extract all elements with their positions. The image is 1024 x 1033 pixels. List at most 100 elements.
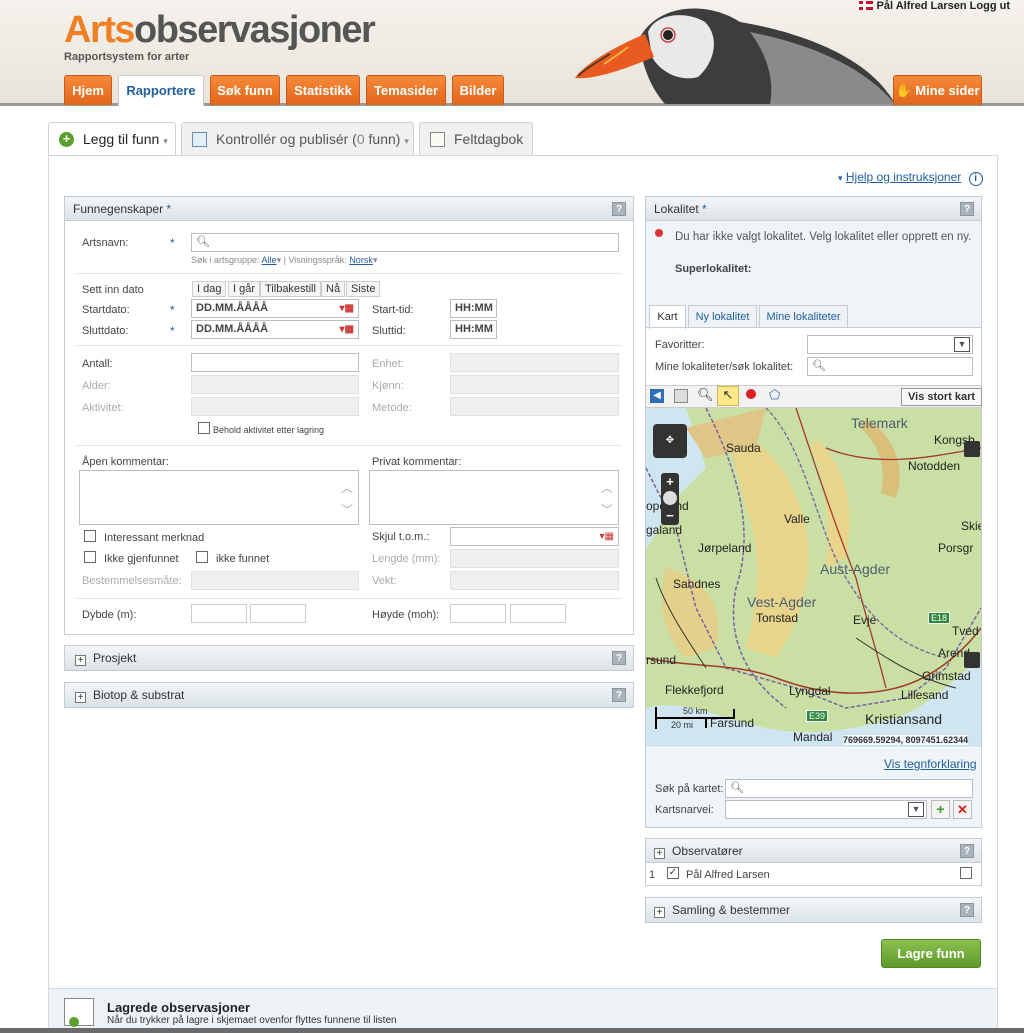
nav-tab-report[interactable]: Rapportere	[118, 75, 204, 106]
help-link[interactable]: ▾ Hjelp og instruksjoner i	[838, 170, 983, 186]
last-button[interactable]: Siste	[346, 281, 381, 297]
tab-field-diary[interactable]: Feltdagbok	[419, 122, 533, 156]
help-icon[interactable]: ?	[612, 688, 626, 702]
scroll-down-icon[interactable]: ﹀	[341, 501, 353, 518]
activity-select[interactable]	[191, 397, 359, 416]
private-comment-textarea[interactable]: ︿ ﹀	[369, 470, 619, 525]
expand-icon[interactable]: +	[75, 692, 86, 703]
zoom-box-icon[interactable]: 🔍︎	[697, 387, 714, 403]
length-input[interactable]	[450, 549, 619, 568]
scroll-down-icon[interactable]: ﹀	[601, 501, 613, 518]
nav-tab-my-pages[interactable]: ✋ Mine sider	[893, 75, 982, 105]
help-icon[interactable]: ?	[960, 844, 974, 858]
observer-checkbox[interactable]: ✓	[667, 867, 679, 879]
calendar-icon[interactable]: ▾▦	[340, 321, 354, 338]
chevron-down-icon: ▾	[163, 136, 168, 146]
tab-map[interactable]: Kart	[649, 305, 686, 329]
yesterday-button[interactable]: I går	[228, 281, 261, 297]
search-group-dropdown[interactable]: Alle	[262, 255, 277, 265]
norwegian-flag-icon[interactable]	[858, 1, 873, 10]
site-tagline: Rapportsystem for arter	[64, 51, 190, 63]
height-from-input[interactable]	[450, 604, 506, 623]
logout-link[interactable]: Logg ut	[970, 0, 1010, 12]
pan-control-icon[interactable]: ✥	[653, 424, 687, 458]
hide-until-input[interactable]: ▾▦	[450, 527, 619, 546]
tab-my-localities[interactable]: Mine lokaliteter	[759, 305, 848, 328]
zoom-out-icon[interactable]: −	[661, 509, 679, 524]
not-refound-checkbox[interactable]	[84, 551, 96, 563]
sex-select[interactable]	[450, 375, 619, 394]
reset-date-button[interactable]: Tilbakestill	[260, 281, 321, 297]
chevron-down-icon[interactable]: ▼	[908, 802, 924, 817]
display-language-dropdown[interactable]: Norsk	[349, 255, 373, 265]
weight-input[interactable]	[450, 571, 619, 590]
expand-icon[interactable]: +	[654, 907, 665, 918]
keep-activity-checkbox[interactable]	[198, 422, 210, 434]
height-to-input[interactable]	[510, 604, 566, 623]
unit-select[interactable]	[450, 353, 619, 372]
nav-tab-themes[interactable]: Temasider	[366, 75, 446, 105]
delete-shortcut-icon[interactable]: ✕	[953, 800, 972, 819]
depth-to-input[interactable]	[250, 604, 306, 623]
nav-tab-images[interactable]: Bilder	[452, 75, 504, 105]
age-select[interactable]	[191, 375, 359, 394]
site-logo[interactable]: Artsobservasjoner	[64, 10, 376, 50]
legend-link[interactable]: Vis tegnforklaring	[884, 757, 977, 771]
user-name[interactable]: Pål Alfred Larsen	[877, 0, 967, 12]
draw-polygon-icon[interactable]: ⬠	[769, 387, 780, 403]
tab-control-publish[interactable]: Kontrollér og publisér (0 funn) ▾	[181, 122, 414, 156]
expand-icon[interactable]: +	[75, 655, 86, 666]
now-button[interactable]: Nå	[321, 281, 346, 297]
method-select[interactable]	[450, 397, 619, 416]
legend-link-label: Vis tegnforklaring	[884, 757, 977, 771]
favorites-select[interactable]: ▼	[807, 335, 973, 354]
tab-add-finding[interactable]: + Legg til funn ▾	[48, 122, 176, 157]
back-arrow-icon[interactable]: ◀	[650, 389, 664, 403]
interesting-note-checkbox[interactable]	[84, 530, 96, 542]
help-icon[interactable]: ?	[612, 651, 626, 665]
save-finding-button[interactable]: Lagre funn	[881, 939, 981, 968]
select-pointer-icon[interactable]: ↖	[717, 386, 739, 406]
calendar-icon[interactable]: ▾▦	[600, 528, 614, 545]
today-button[interactable]: I dag	[192, 281, 227, 297]
map-search-input[interactable]: 🔍︎	[725, 779, 973, 798]
globe-icon[interactable]	[663, 491, 677, 505]
road-sign-e39: E39	[806, 710, 829, 722]
project-panel[interactable]: + Prosjekt?	[64, 645, 634, 671]
species-input[interactable]: 🔍︎	[191, 233, 619, 252]
count-input[interactable]	[191, 353, 359, 372]
end-time-input[interactable]: HH:MM	[450, 320, 497, 339]
scroll-up-icon[interactable]: ︿	[341, 479, 353, 496]
locality-search-input[interactable]: 🔍︎	[807, 357, 973, 376]
collection-panel[interactable]: + Samling & bestemmer?	[645, 897, 982, 923]
end-date-input[interactable]: DD.MM.ÅÅÅÅ ▾▦	[191, 320, 359, 339]
depth-from-input[interactable]	[191, 604, 247, 623]
nav-tab-statistics[interactable]: Statistikk	[286, 75, 360, 105]
start-time-input[interactable]: HH:MM	[450, 299, 497, 318]
map-shortcut-select[interactable]: ▼	[725, 800, 927, 819]
expand-icon[interactable]: +	[654, 848, 665, 859]
extent-icon[interactable]	[674, 389, 688, 403]
layers-icon[interactable]	[964, 441, 980, 457]
big-map-button[interactable]: Vis stort kart	[901, 388, 983, 406]
tab-new-locality[interactable]: Ny lokalitet	[688, 305, 757, 328]
place-marker-icon[interactable]	[746, 389, 756, 399]
add-shortcut-icon[interactable]: +	[931, 800, 950, 819]
nav-tab-home[interactable]: Hjem	[64, 75, 112, 105]
nav-tab-search[interactable]: Søk funn	[210, 75, 280, 105]
scroll-up-icon[interactable]: ︿	[601, 479, 613, 496]
layers-icon[interactable]	[964, 652, 980, 668]
help-icon[interactable]: ?	[612, 202, 626, 216]
chevron-down-icon[interactable]: ▼	[954, 337, 970, 352]
biotope-panel[interactable]: + Biotop & substrat?	[64, 682, 634, 708]
help-icon[interactable]: ?	[960, 903, 974, 917]
determination-select[interactable]	[191, 571, 359, 590]
help-icon[interactable]: ?	[960, 202, 974, 216]
zoom-in-icon[interactable]: +	[661, 474, 679, 489]
not-found-checkbox[interactable]	[196, 551, 208, 563]
public-comment-textarea[interactable]: ︿ ﹀	[79, 470, 359, 525]
calendar-icon[interactable]: ▾▦	[340, 300, 354, 317]
map-canvas[interactable]: Telemark Kongsb Sauda Notodden opeland S…	[646, 408, 981, 747]
observer-remove-checkbox[interactable]	[960, 867, 972, 879]
start-date-input[interactable]: DD.MM.ÅÅÅÅ ▾▦	[191, 299, 359, 318]
